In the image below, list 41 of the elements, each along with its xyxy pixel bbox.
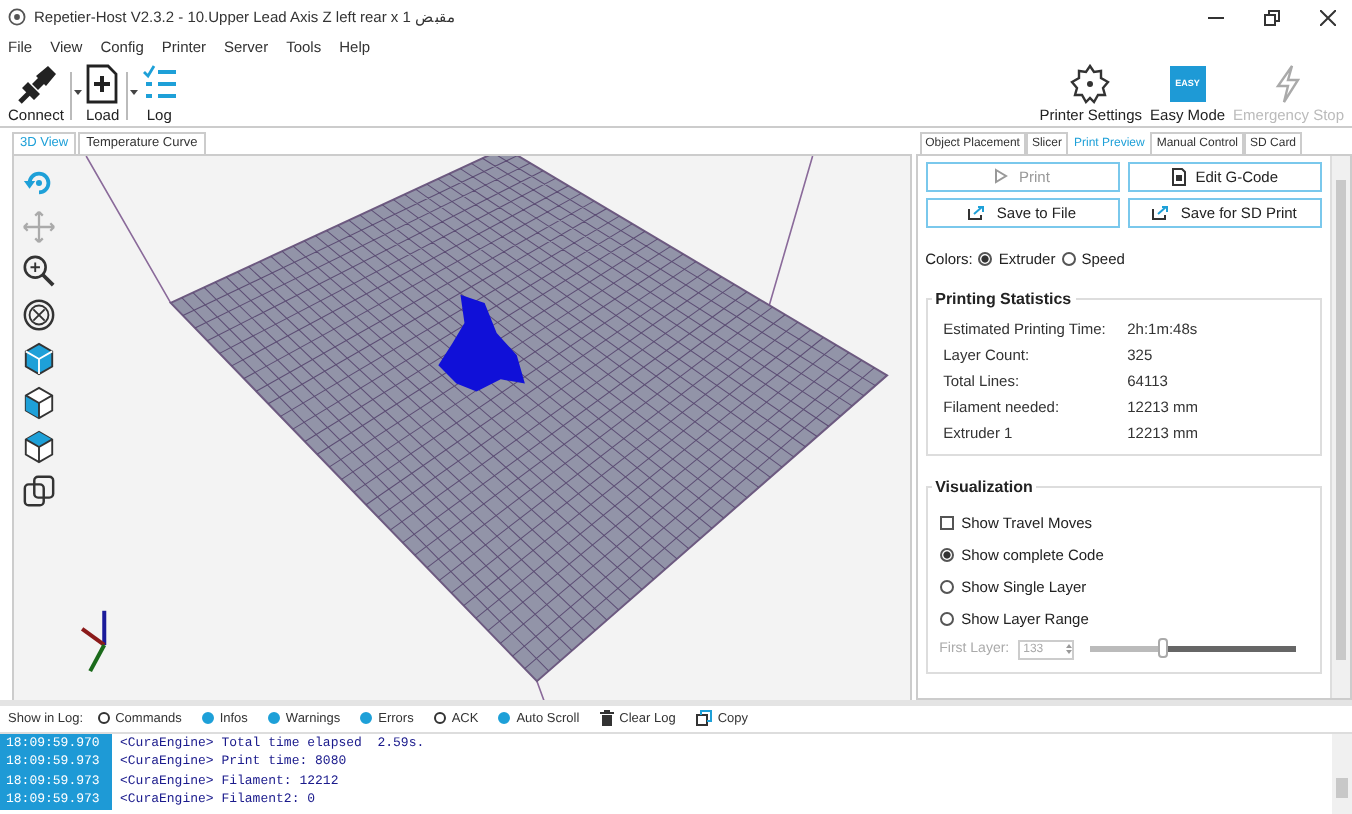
radio-button[interactable]	[939, 547, 954, 561]
group-title: Printing Statistics	[933, 289, 1074, 307]
filter-toggle[interactable]	[97, 712, 110, 724]
filter-toggle[interactable]	[201, 712, 214, 724]
copy-icon	[695, 710, 712, 726]
cube-icon[interactable]	[21, 429, 55, 463]
checklist-icon	[141, 63, 178, 103]
export-icon	[968, 204, 987, 220]
trash-icon	[599, 710, 614, 726]
caret-icon[interactable]	[129, 88, 138, 97]
checkbox[interactable]	[939, 515, 954, 529]
lightning-icon	[1272, 63, 1305, 103]
document-plus-icon	[86, 63, 119, 103]
group-title: Visualization	[933, 477, 1035, 495]
filter-toggle[interactable]	[433, 712, 446, 724]
app-icon	[8, 8, 26, 26]
gear-icon	[1070, 63, 1111, 103]
radio-button[interactable]	[1061, 251, 1076, 265]
printed-model-drawing	[438, 293, 525, 391]
restore-icon	[1264, 9, 1280, 25]
close-icon	[1320, 9, 1336, 25]
zoom-icon[interactable]	[21, 253, 55, 287]
filter-toggle[interactable]	[498, 712, 511, 724]
spinner-icon	[1065, 642, 1072, 656]
wheel-icon[interactable]	[21, 297, 55, 331]
filter-toggle[interactable]	[360, 712, 373, 724]
cubes-icon[interactable]	[21, 473, 55, 507]
play-icon	[994, 168, 1009, 184]
filter-toggle[interactable]	[267, 712, 280, 724]
scrollbar[interactable]	[1330, 155, 1350, 697]
axes-drawing	[80, 609, 107, 672]
export-icon	[1152, 204, 1171, 220]
document-icon	[1171, 167, 1186, 185]
caret-icon[interactable]	[73, 88, 82, 97]
cube-icon[interactable]	[21, 341, 55, 375]
radio-button[interactable]	[939, 579, 954, 593]
radio-button[interactable]	[939, 611, 954, 625]
plug-icon	[13, 63, 58, 103]
scrollbar[interactable]	[1332, 733, 1352, 814]
cube-icon[interactable]	[21, 385, 55, 419]
radio-button[interactable]	[978, 251, 993, 265]
